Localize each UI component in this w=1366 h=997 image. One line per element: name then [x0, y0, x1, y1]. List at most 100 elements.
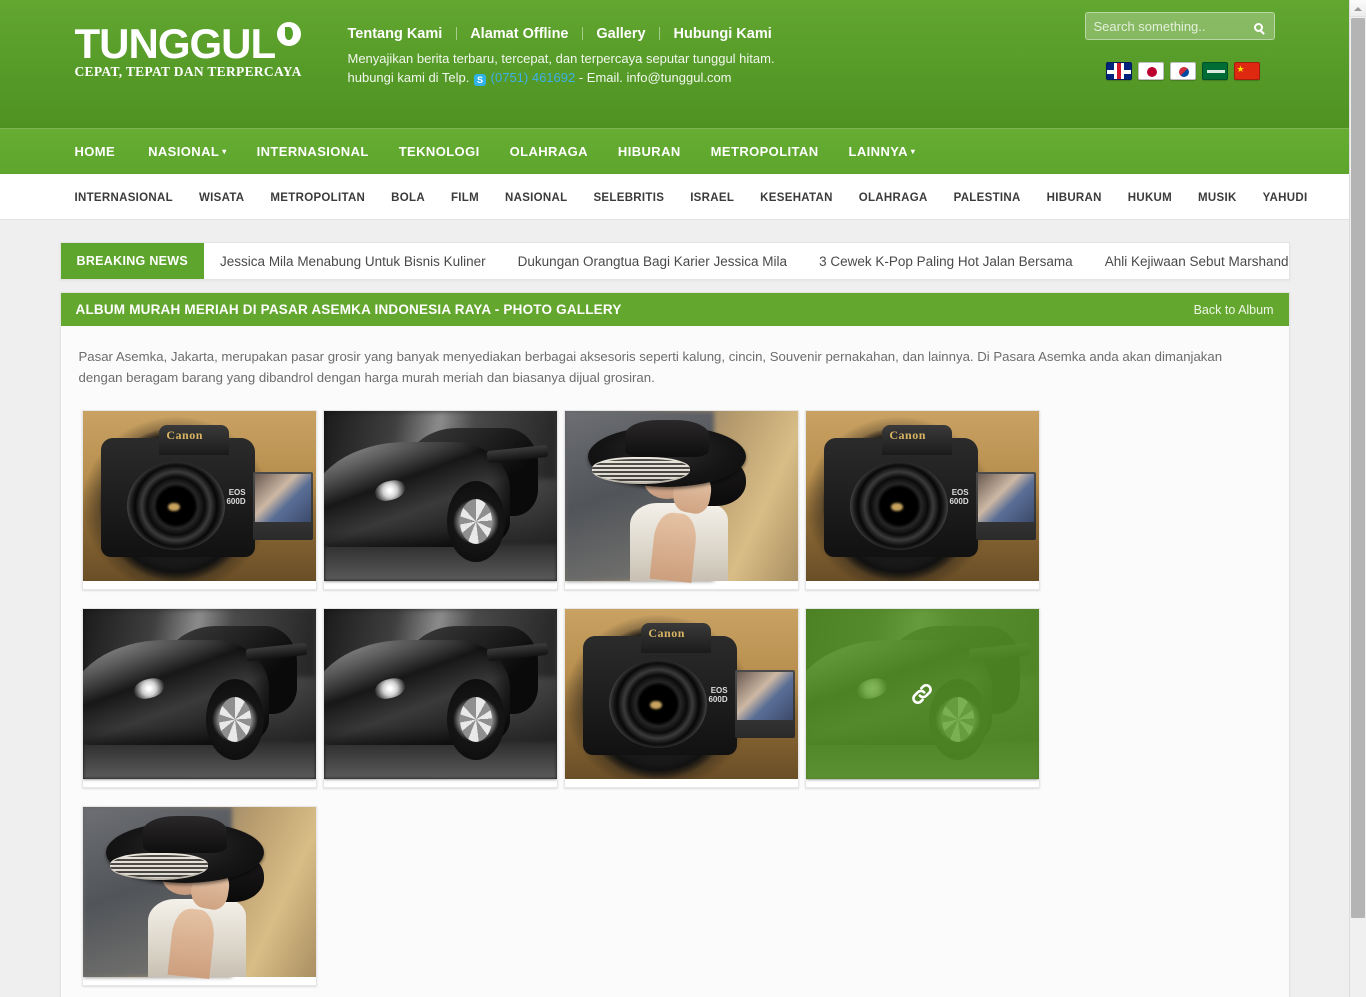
- skype-icon[interactable]: S: [474, 74, 487, 86]
- back-to-album-link[interactable]: Back to Album: [1194, 303, 1274, 317]
- header-phone-number: (0751) 461692: [490, 70, 576, 85]
- link-icon: [912, 683, 932, 705]
- nav-item-hiburan[interactable]: HIBURAN: [603, 129, 696, 175]
- nav-label: LAINNYA: [848, 144, 908, 159]
- header-top-links: Tentang Kami Alamat Offline Gallery Hubu…: [348, 25, 781, 43]
- photo-thumbnail-sports-car-1[interactable]: [322, 410, 558, 590]
- photo-thumbnail-canon-camera-1[interactable]: Canon EOS 600D: [81, 410, 317, 590]
- header-email-text: - Email. info@tunggul.com: [578, 70, 732, 85]
- header-link-hubungi-kami[interactable]: Hubungi Kami: [664, 26, 780, 42]
- nav-item-lainnya[interactable]: LAINNYA ▾: [834, 129, 931, 175]
- subnav-item-metropolitan[interactable]: METROPOLITAN: [257, 188, 378, 206]
- nav-label: HOME: [74, 144, 116, 159]
- photo-thumbnail-woman-hat-1[interactable]: [563, 410, 799, 590]
- subnav-item-hiburan[interactable]: HIBURAN: [1034, 188, 1115, 206]
- nav-item-metropolitan[interactable]: METROPOLITAN: [696, 129, 834, 175]
- photo-image-sports-car: [323, 411, 557, 581]
- header-link-gallery[interactable]: Gallery: [587, 26, 654, 42]
- album-panel-body: Pasar Asemka, Jakarta, merupakan pasar g…: [60, 326, 1289, 997]
- flag-japan-icon[interactable]: [1137, 62, 1164, 80]
- site-logo[interactable]: TUNGGUL CEPAT, TEPAT DAN TERPERCAYA: [75, 22, 302, 80]
- vertical-scrollbar[interactable]: [1349, 0, 1366, 997]
- subnav-item-yahudi[interactable]: YAHUDI: [1250, 188, 1321, 206]
- logo-tagline: CEPAT, TEPAT DAN TERPERCAYA: [74, 64, 302, 79]
- flag-saudi-arabia-icon[interactable]: [1201, 62, 1228, 80]
- scrollbar-thumb[interactable]: [1351, 18, 1365, 918]
- photo-grid-cell: [320, 410, 561, 608]
- breaking-news-items: Jessica Mila Menabung Untuk Bisnis Kulin…: [204, 243, 1288, 279]
- subnav-item-musik[interactable]: MUSIK: [1185, 188, 1250, 206]
- photo-thumbnail-canon-camera-3[interactable]: Canon EOS 600D: [563, 608, 799, 788]
- flag-south-korea-icon[interactable]: [1169, 62, 1196, 80]
- search-box[interactable]: [1084, 12, 1275, 40]
- main-navigation: HOME NASIONAL ▾ INTERNASIONAL TEKNOLOGI O…: [0, 128, 1349, 174]
- breaking-news-item[interactable]: Jessica Mila Menabung Untuk Bisnis Kulin…: [220, 254, 486, 269]
- header-phone-label: hubungi kami di Telp.: [347, 70, 470, 85]
- breaking-news-bar: BREAKING NEWS Jessica Mila Menabung Untu…: [59, 242, 1290, 280]
- flag-china-icon[interactable]: [1233, 62, 1260, 80]
- photo-thumbnail-sports-car-2[interactable]: [81, 608, 317, 788]
- nav-label: OLAHRAGA: [509, 144, 588, 159]
- divider: [659, 27, 661, 40]
- photo-image-woman-hat: [564, 411, 798, 584]
- header-tagline-text: Menyajikan berita terbaru, tercepat, dan…: [347, 51, 775, 66]
- nav-label: INTERNASIONAL: [256, 144, 369, 159]
- nav-item-internasional[interactable]: INTERNASIONAL: [242, 129, 384, 175]
- subnav-item-hukum[interactable]: HUKUM: [1115, 188, 1185, 206]
- photo-grid-cell: Canon EOS 600D: [561, 608, 802, 806]
- page-title: ALBUM MURAH MERIAH DI PASAR ASEMKA INDON…: [75, 302, 622, 317]
- breaking-news-item[interactable]: 3 Cewek K-Pop Paling Hot Jalan Bersama: [819, 254, 1073, 269]
- nav-label: NASIONAL: [148, 144, 220, 159]
- subnav-item-olahraga[interactable]: OLAHRAGA: [846, 188, 941, 206]
- photo-grid-cell: [79, 806, 320, 997]
- photo-image-canon-camera: Canon EOS 600D: [82, 411, 316, 581]
- subnav-item-internasional[interactable]: INTERNASIONAL: [75, 188, 186, 206]
- aperture-icon: [277, 22, 302, 46]
- subnav-item-kesehatan[interactable]: KESEHATAN: [747, 188, 846, 206]
- scroll-up-arrow-icon[interactable]: [1350, 0, 1366, 17]
- nav-label: HIBURAN: [617, 144, 681, 159]
- photo-grid-cell: [79, 608, 320, 806]
- nav-item-teknologi[interactable]: TEKNOLOGI: [384, 129, 495, 175]
- photo-image-woman-hat: [82, 807, 316, 980]
- search-input[interactable]: [1085, 13, 1244, 39]
- photo-thumbnail-sports-car-4-hovered[interactable]: [804, 608, 1040, 788]
- header-link-alamat-offline[interactable]: Alamat Offline: [461, 26, 577, 42]
- search-button[interactable]: [1244, 13, 1274, 39]
- header-search-area: [1084, 12, 1275, 80]
- flag-united-kingdom-icon[interactable]: [1105, 62, 1132, 80]
- search-icon: [1254, 22, 1263, 32]
- subnav-item-wisata[interactable]: WISATA: [186, 188, 257, 206]
- photo-grid-cell: [320, 608, 561, 806]
- subnav-item-bola[interactable]: BOLA: [378, 188, 438, 206]
- subnav-item-israel[interactable]: ISRAEL: [677, 188, 747, 206]
- photo-grid: Canon EOS 600D Canon EOS 600D Canon EOS …: [79, 410, 1271, 997]
- photo-grid-cell: [802, 608, 1043, 806]
- site-header: TUNGGUL CEPAT, TEPAT DAN TERPERCAYA Tent…: [0, 0, 1349, 128]
- photo-image-sports-car: [323, 609, 557, 779]
- subnav-item-nasional[interactable]: NASIONAL: [492, 188, 580, 206]
- photo-thumbnail-sports-car-3[interactable]: [322, 608, 558, 788]
- nav-item-home[interactable]: HOME: [75, 129, 134, 175]
- photo-grid-cell: Canon EOS 600D: [79, 410, 320, 608]
- subnav-item-selebritis[interactable]: SELEBRITIS: [580, 188, 677, 206]
- subnav-item-palestina[interactable]: PALESTINA: [941, 188, 1034, 206]
- page-root: TUNGGUL CEPAT, TEPAT DAN TERPERCAYA Tent…: [0, 0, 1349, 997]
- breaking-news-item[interactable]: Dukungan Orangtua Bagi Karier Jessica Mi…: [518, 254, 787, 269]
- subnav-item-film[interactable]: FILM: [438, 188, 492, 206]
- header-link-tentang-kami[interactable]: Tentang Kami: [348, 26, 452, 42]
- photo-image-canon-camera: Canon EOS 600D: [805, 411, 1039, 581]
- nav-item-olahraga[interactable]: OLAHRAGA: [495, 129, 603, 175]
- album-panel: ALBUM MURAH MERIAH DI PASAR ASEMKA INDON…: [59, 292, 1290, 997]
- breaking-news-item[interactable]: Ahli Kejiwaan Sebut Marshanda Keterla: [1105, 254, 1289, 269]
- nav-label: TEKNOLOGI: [398, 144, 480, 159]
- photo-thumbnail-woman-hat-2[interactable]: [81, 806, 317, 986]
- content-area: BREAKING NEWS Jessica Mila Menabung Untu…: [0, 220, 1349, 997]
- photo-hover-overlay[interactable]: [805, 609, 1039, 779]
- photo-image-canon-camera: Canon EOS 600D: [564, 609, 798, 779]
- language-flags: [1105, 62, 1260, 80]
- nav-item-nasional[interactable]: NASIONAL ▾: [133, 129, 242, 175]
- breaking-news-label: BREAKING NEWS: [60, 243, 205, 279]
- logo-wordmark: TUNGGUL: [74, 20, 277, 67]
- photo-thumbnail-canon-camera-2[interactable]: Canon EOS 600D: [804, 410, 1040, 590]
